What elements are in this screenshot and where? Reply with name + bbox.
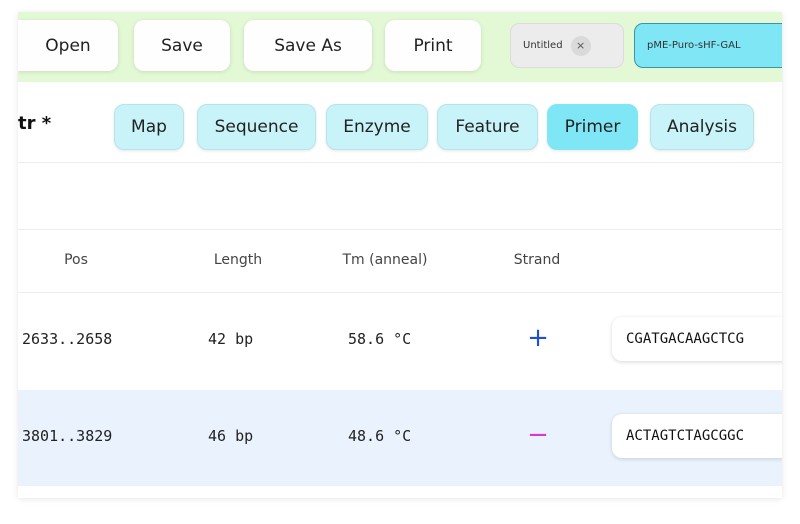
open-button[interactable]: Open xyxy=(18,20,118,71)
close-icon[interactable]: × xyxy=(570,35,591,56)
document-name: tr * xyxy=(18,113,52,134)
tab-map[interactable]: Map xyxy=(114,104,184,150)
column-header-strand: Strand xyxy=(513,252,561,268)
table-row[interactable]: 3801..3829 46 bp 48.6 °C − ACTAGTCTAGCGG… xyxy=(18,390,782,486)
table-row[interactable]: 2633..2658 42 bp 58.6 °C + CGATGACAAGCTC… xyxy=(18,293,782,389)
strand-minus-icon: − xyxy=(527,420,549,450)
doc-tab-label: Untitled xyxy=(523,40,563,51)
primer-table-header: Pos Length Tm (anneal) Strand xyxy=(18,230,782,293)
save-button[interactable]: Save xyxy=(134,20,230,71)
doc-tab-active[interactable]: pME-Puro-sHF-GAL xyxy=(634,23,782,68)
primer-position: 3801..3829 xyxy=(22,427,113,445)
primer-length: 42 bp xyxy=(208,330,254,348)
primer-sequence-field[interactable]: CGATGACAAGCTCG xyxy=(612,317,782,361)
primer-tm: 58.6 °C xyxy=(348,330,412,348)
view-nav-bar: tr * Map Sequence Enzyme Feature Primer … xyxy=(18,82,782,163)
top-toolbar: Open Save Save As Print Untitled × pME-P… xyxy=(18,12,782,82)
save-as-button[interactable]: Save As xyxy=(244,20,372,71)
tab-enzyme[interactable]: Enzyme xyxy=(326,104,428,150)
primer-position: 2633..2658 xyxy=(22,330,113,348)
tab-feature[interactable]: Feature xyxy=(437,104,538,150)
tab-analysis[interactable]: Analysis xyxy=(650,104,754,150)
column-header-tm: Tm (anneal) xyxy=(342,252,428,268)
app-window: Open Save Save As Print Untitled × pME-P… xyxy=(18,12,782,498)
tab-sequence[interactable]: Sequence xyxy=(197,104,316,150)
primer-sequence-field[interactable]: ACTAGTCTAGCGGC xyxy=(612,414,782,458)
column-header-length: Length xyxy=(213,252,263,268)
column-header-pos: Pos xyxy=(64,252,88,268)
toolbar-spacer xyxy=(18,163,782,230)
print-button[interactable]: Print xyxy=(385,20,481,71)
doc-tab-label: pME-Puro-sHF-GAL xyxy=(647,40,741,51)
strand-plus-icon: + xyxy=(527,323,549,353)
doc-tab-untitled[interactable]: Untitled × xyxy=(510,23,624,68)
primer-tm: 48.6 °C xyxy=(348,427,412,445)
tab-primer[interactable]: Primer xyxy=(547,104,638,150)
primer-length: 46 bp xyxy=(208,427,254,445)
